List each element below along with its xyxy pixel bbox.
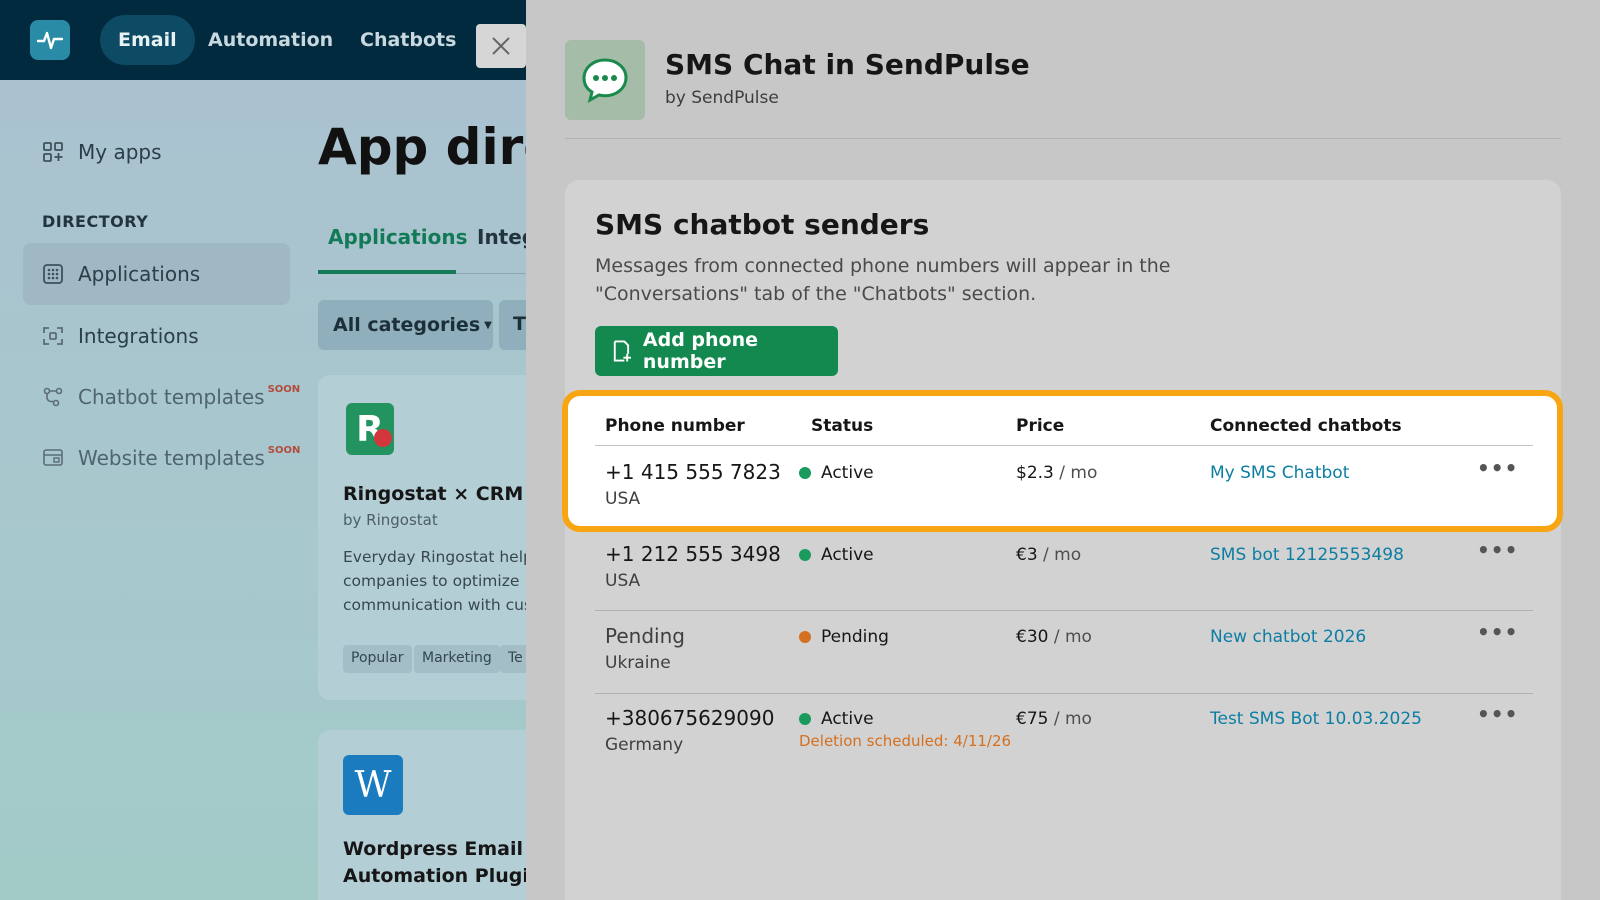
chat-bubble-icon <box>582 58 628 103</box>
sidebar-item-label: Applications <box>78 262 201 286</box>
connected-chatbot-link[interactable]: My SMS Chatbot <box>1210 463 1349 483</box>
tag-popular: Popular <box>343 645 412 673</box>
app-details-panel: SMS Chat in SendPulse by SendPulse SMS c… <box>526 0 1600 900</box>
soon-badge: SOON <box>267 383 301 395</box>
column-header-phone: Phone number <box>605 416 745 436</box>
sidebar-item-label: Integrations <box>78 324 199 348</box>
status-label: Active <box>821 709 874 729</box>
website-icon <box>42 447 64 469</box>
phone-number: +1 212 555 3498 <box>605 542 781 566</box>
sidebar-item-chatbot-templates[interactable]: Chatbot templates SOON <box>42 383 301 409</box>
status-label: Active <box>821 463 874 483</box>
status-dot <box>799 631 811 643</box>
tag-marketing: Marketing <box>414 645 500 673</box>
status: Active <box>799 545 874 565</box>
status-dot <box>799 713 811 725</box>
status-dot <box>799 549 811 561</box>
add-phone-number-label: Add phone number <box>642 329 759 373</box>
app-card-wordpress[interactable]: W Wordpress Email Marketing Automation P… <box>318 730 638 900</box>
nav-email[interactable]: Email <box>100 15 195 65</box>
active-tab-underline <box>318 270 456 274</box>
sidebar-my-apps[interactable]: My apps <box>42 140 162 164</box>
category-filter-label: All categories <box>333 314 481 336</box>
more-options-icon[interactable]: ••• <box>1477 620 1518 644</box>
more-options-icon[interactable]: ••• <box>1477 456 1518 480</box>
sidebar-item-label: Chatbot templates <box>78 385 265 409</box>
sidebar-item-applications[interactable]: Applications <box>42 262 200 286</box>
nav-automation[interactable]: Automation <box>190 15 351 65</box>
caret-down-icon: ▼ <box>484 319 492 331</box>
row-divider <box>595 693 1533 694</box>
pulse-icon <box>37 31 63 50</box>
directory-heading: DIRECTORY <box>42 212 149 231</box>
connected-chatbot-link[interactable]: SMS bot 12125553498 <box>1210 545 1404 565</box>
status: Active <box>799 709 874 729</box>
column-header-chatbots: Connected chatbots <box>1210 416 1402 436</box>
more-options-icon[interactable]: ••• <box>1477 538 1518 562</box>
row-divider <box>595 610 1533 611</box>
price-unit: / mo <box>1043 545 1082 565</box>
sms-senders-section: SMS chatbot senders Messages from connec… <box>562 180 1563 900</box>
add-phone-number-button[interactable]: Add phone number <box>595 326 838 376</box>
sidebar-item-integrations[interactable]: Integrations <box>42 324 199 348</box>
deletion-notice: Deletion scheduled: 4/11/26 <box>799 732 1012 750</box>
status-label: Pending <box>821 627 889 647</box>
price: $2.3 / mo <box>1016 463 1097 483</box>
status-dot <box>799 467 811 479</box>
wordpress-logo: W <box>343 755 403 815</box>
section-description: Messages from connected phone numbers wi… <box>595 255 1171 305</box>
price-unit: / mo <box>1059 463 1098 483</box>
price-amount: €75 <box>1016 709 1049 729</box>
tab-applications[interactable]: Applications <box>328 225 467 249</box>
phone-number: +380675629090 <box>605 706 775 730</box>
country: Ukraine <box>605 653 671 673</box>
price-amount: $2.3 <box>1016 463 1054 483</box>
price: €30 / mo <box>1016 627 1092 647</box>
add-phone-icon <box>613 340 631 362</box>
flow-icon <box>42 386 64 408</box>
close-icon <box>492 37 510 55</box>
card-title: Ringostat × CRM <box>343 483 524 505</box>
sidebar-item-website-templates[interactable]: Website templates SOON <box>42 444 301 470</box>
price-unit: / mo <box>1053 709 1092 729</box>
sidebar-item-label: Website templates <box>78 446 265 470</box>
ringostat-logo: R <box>346 403 394 455</box>
nav-chatbots[interactable]: Chatbots <box>342 15 474 65</box>
soon-badge: SOON <box>267 444 301 456</box>
connected-chatbot-link[interactable]: Test SMS Bot 10.03.2025 <box>1210 709 1422 729</box>
integrations-icon <box>42 325 64 347</box>
price-amount: €30 <box>1016 627 1049 647</box>
price-unit: / mo <box>1053 627 1092 647</box>
more-options-icon[interactable]: ••• <box>1477 702 1518 726</box>
sidebar-my-apps-label: My apps <box>78 140 162 164</box>
phone-number: Pending <box>605 624 685 648</box>
country: Germany <box>605 735 684 755</box>
price: €75 / mo <box>1016 709 1092 729</box>
connected-chatbot-link[interactable]: New chatbot 2026 <box>1210 627 1366 647</box>
app-logo[interactable] <box>30 20 70 60</box>
price-amount: €3 <box>1016 545 1038 565</box>
section-title: SMS chatbot senders <box>595 208 930 241</box>
panel-title: SMS Chat in SendPulse <box>665 48 1030 81</box>
status: Active <box>799 463 874 483</box>
close-panel-button[interactable] <box>476 24 526 68</box>
column-header-price: Price <box>1016 416 1065 436</box>
price: €3 / mo <box>1016 545 1081 565</box>
card-publisher: by Ringostat <box>343 511 438 529</box>
country: USA <box>605 571 641 591</box>
app-card-ringostat[interactable]: R Ringostat × CRM by Ringostat Everyday … <box>318 375 563 700</box>
country: USA <box>605 489 641 509</box>
my-apps-icon <box>42 141 64 163</box>
panel-divider <box>565 138 1561 139</box>
grid-icon <box>42 263 64 285</box>
phone-number: +1 415 555 7823 <box>605 460 781 484</box>
panel-publisher: by SendPulse <box>665 88 779 108</box>
status: Pending <box>799 627 889 647</box>
sms-chat-logo <box>565 40 645 120</box>
header-divider <box>595 445 1533 446</box>
category-filter-dropdown[interactable]: All categories ▼ <box>318 300 493 350</box>
card-title-line2: Automation Plugin <box>343 865 543 887</box>
column-header-status: Status <box>811 416 874 436</box>
status-label: Active <box>821 545 874 565</box>
